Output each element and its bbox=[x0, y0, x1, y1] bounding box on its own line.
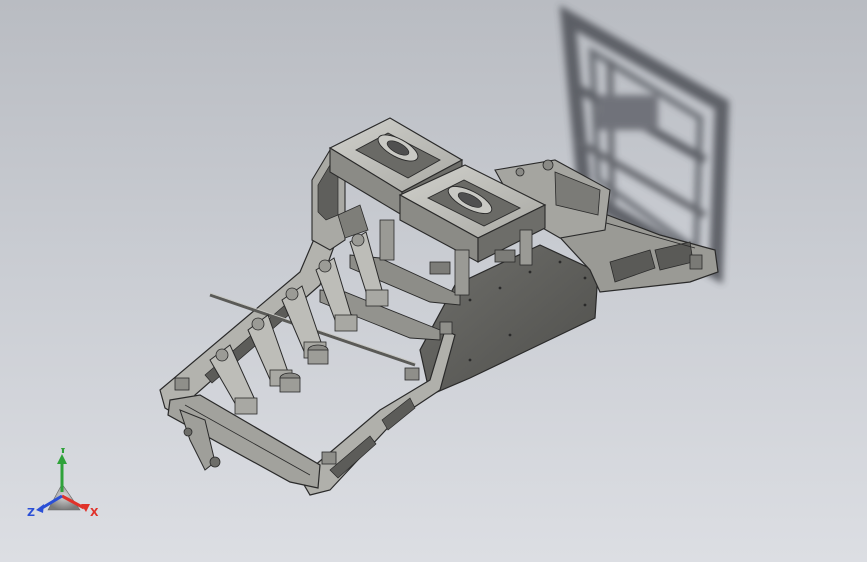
z-axis-label: Z bbox=[27, 506, 35, 519]
pivot-arm-row bbox=[209, 231, 389, 415]
x-axis-label: X bbox=[90, 506, 99, 519]
model-3d-view[interactable] bbox=[0, 0, 867, 562]
coordinate-triad: Y X Z bbox=[27, 448, 99, 519]
graphics-viewport[interactable]: Y X Z bbox=[0, 0, 867, 562]
y-axis-label: Y bbox=[58, 448, 68, 456]
